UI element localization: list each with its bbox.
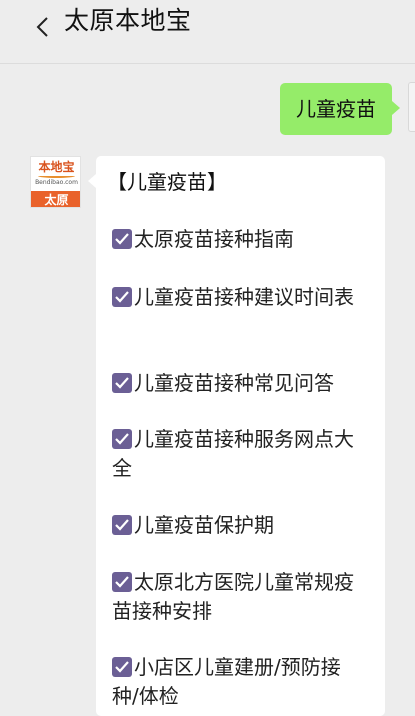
avatar-logo-text: 本地宝 xyxy=(38,160,75,174)
reply-item-label: 儿童疫苗接种常见问答 xyxy=(134,371,334,395)
checkbox-checked-icon xyxy=(112,287,132,307)
reply-title: 【儿童疫苗】 xyxy=(107,170,227,194)
reply-item-label: 太原北方医院儿童常规疫苗接种安排 xyxy=(112,570,354,623)
reply-item-label: 儿童疫苗接种建议时间表 xyxy=(134,285,354,309)
reply-item-label: 儿童疫苗接种服务网点大全 xyxy=(112,427,354,480)
chat-title: 太原本地宝 xyxy=(64,6,192,35)
avatar-city-label: 太原 xyxy=(31,191,80,207)
reply-item[interactable]: 太原北方医院儿童常规疫苗接种安排 xyxy=(112,568,367,626)
checkbox-checked-icon xyxy=(112,572,132,592)
account-avatar[interactable]: 本地宝 Bendibao.com 太原 xyxy=(30,156,81,208)
outgoing-message[interactable]: 儿童疫苗 xyxy=(280,83,400,135)
chevron-left-icon xyxy=(36,17,48,37)
chat-header: 太原本地宝 xyxy=(0,0,415,64)
reply-item-label: 太原疫苗接种指南 xyxy=(134,227,294,251)
checkbox-checked-icon xyxy=(112,657,132,677)
back-button[interactable] xyxy=(30,10,54,44)
checkbox-checked-icon xyxy=(112,229,132,249)
avatar-logo: 本地宝 Bendibao.com xyxy=(31,157,80,191)
reply-item[interactable]: 儿童疫苗保护期 xyxy=(112,511,367,540)
checkbox-checked-icon xyxy=(112,373,132,393)
avatar-logo-url: Bendibao.com xyxy=(35,179,78,186)
reply-item[interactable]: 儿童疫苗接种服务网点大全 xyxy=(112,425,367,483)
reply-item[interactable]: 太原疫苗接种指南 xyxy=(112,225,367,254)
reply-item[interactable]: 儿童疫苗接种建议时间表 xyxy=(112,283,367,312)
reply-item-label: 儿童疫苗保护期 xyxy=(134,513,274,537)
reply-item-label: 小店区儿童建册/预防接种/体检 xyxy=(112,655,341,708)
outgoing-message-text: 儿童疫苗 xyxy=(296,97,376,121)
avatar-logo-swoosh xyxy=(38,174,75,178)
checkbox-checked-icon xyxy=(112,429,132,449)
checkbox-checked-icon xyxy=(112,515,132,535)
reply-item[interactable]: 儿童疫苗接种常见问答 xyxy=(112,369,367,398)
reply-item[interactable]: 小店区儿童建册/预防接种/体检 xyxy=(112,653,367,711)
self-avatar[interactable] xyxy=(408,82,415,132)
